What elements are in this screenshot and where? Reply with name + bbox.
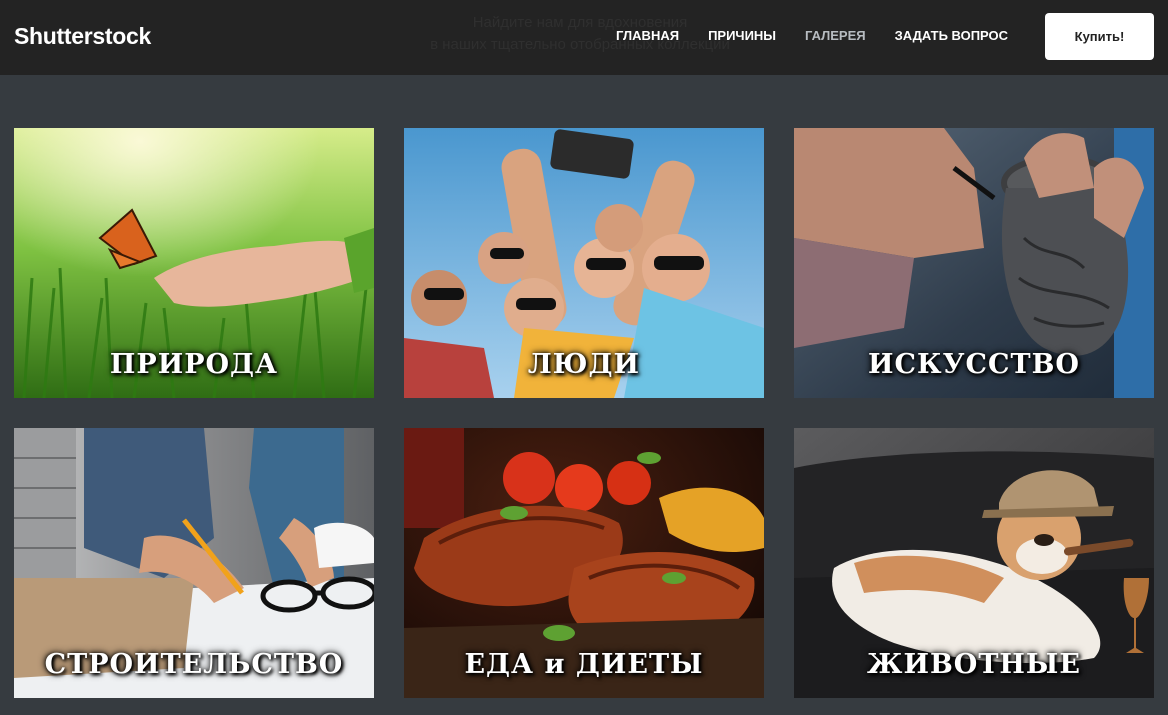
gallery-tile-construction[interactable]: СТРОИТЕЛЬСТВО — [14, 428, 374, 698]
gallery-tile-nature[interactable]: ПРИРОДА — [14, 128, 374, 398]
nav-link-gallery[interactable]: ГАЛЕРЕЯ — [805, 28, 866, 43]
nav-link-ask-question[interactable]: ЗАДАТЬ ВОПРОС — [895, 28, 1008, 43]
tile-caption-art: ИСКУССТВО — [868, 349, 1080, 380]
tile-caption-construction: СТРОИТЕЛЬСТВО — [44, 649, 344, 680]
top-navbar: Найдите нам для вдохновения в наших тщат… — [0, 0, 1168, 75]
nav-link-reasons[interactable]: ПРИЧИНЫ — [708, 28, 776, 43]
nav-link-home[interactable]: ГЛАВНАЯ — [616, 28, 679, 43]
gallery-tile-food[interactable]: ЕДА и ДИЕТЫ — [404, 428, 764, 698]
tile-caption-people: ЛЮДИ — [527, 349, 641, 380]
tile-caption-nature: ПРИРОДА — [109, 349, 279, 380]
tile-caption-food: ЕДА и ДИЕТЫ — [464, 649, 704, 680]
buy-button[interactable]: Купить! — [1045, 13, 1154, 60]
brand-logo[interactable]: Shutterstock — [14, 23, 151, 50]
gallery-tile-art[interactable]: ИСКУССТВО — [794, 128, 1154, 398]
tile-caption-animals: ЖИВОТНЫЕ — [867, 649, 1081, 680]
gallery-tile-people[interactable]: ЛЮДИ — [404, 128, 764, 398]
main-nav: ГЛАВНАЯ ПРИЧИНЫ ГАЛЕРЕЯ ЗАДАТЬ ВОПРОС — [616, 28, 1037, 43]
gallery-tile-animals[interactable]: ЖИВОТНЫЕ — [794, 428, 1154, 698]
